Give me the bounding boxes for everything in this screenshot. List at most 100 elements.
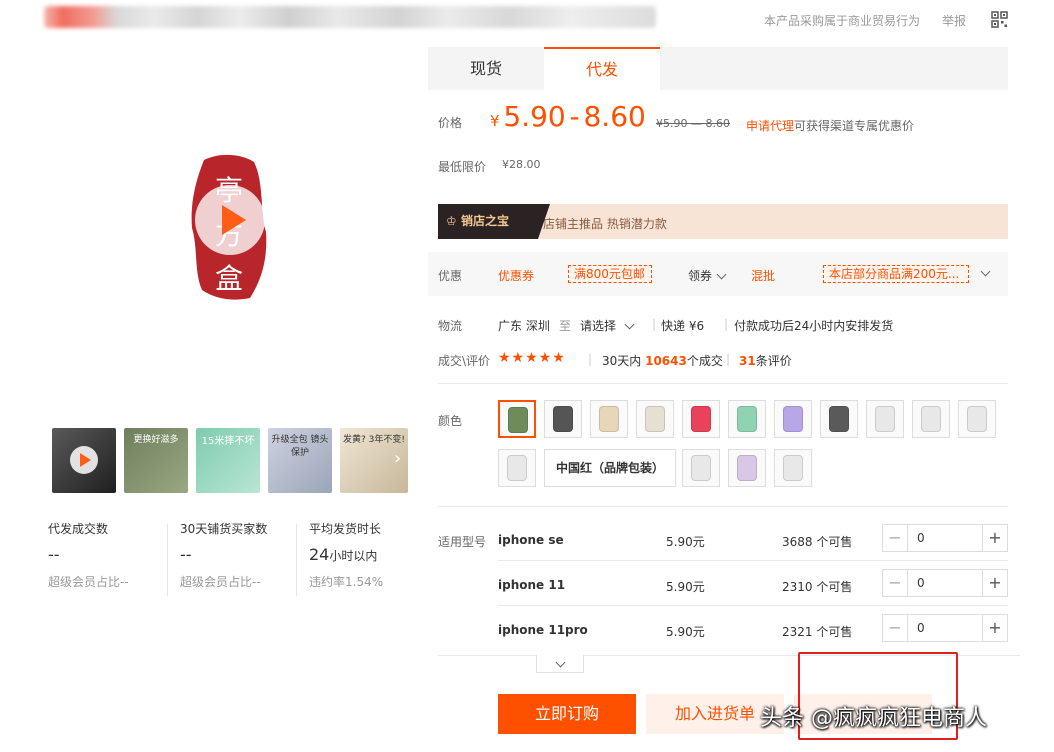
thumbnail-video[interactable]: [52, 428, 116, 493]
phone-case-thumbnail: [737, 406, 757, 432]
shop-stats: 代发成交数 -- 超级会员占比-- 30天铺货买家数 -- 超级会员占比-- 平…: [44, 520, 416, 600]
separator: |: [588, 352, 593, 366]
quantity-stepper: − +: [882, 569, 1008, 597]
thumbnail-strip: 更换好滋多 15米摔不坏 升级全包 镜头保护 发黄? 3年不变!: [52, 428, 408, 494]
model-price: 5.90元: [666, 535, 705, 549]
color-swatch[interactable]: [728, 449, 766, 487]
coupon-label: 优惠券: [498, 269, 535, 283]
report-link[interactable]: 举报: [942, 12, 966, 29]
divider: [438, 383, 1008, 384]
quantity-input[interactable]: [909, 615, 981, 641]
decrease-button[interactable]: −: [883, 570, 908, 596]
min-price-label: 最低限价: [438, 160, 487, 174]
quantity-stepper: − +: [882, 614, 1008, 642]
color-swatch[interactable]: [636, 400, 674, 438]
model-stock: 2321 个可售: [782, 625, 853, 639]
color-swatch[interactable]: [682, 400, 720, 438]
play-video-icon[interactable]: [195, 185, 265, 255]
agent-benefit-text: 可获得渠道专属优惠价: [794, 119, 915, 133]
phone-case-thumbnail: [508, 407, 528, 433]
color-swatch[interactable]: [544, 400, 582, 438]
decrease-button[interactable]: −: [883, 615, 908, 641]
model-row: iphone 11pro 5.90元 2321 个可售 − +: [498, 611, 1008, 655]
phone-case-thumbnail: [967, 406, 987, 432]
separator: |: [726, 352, 731, 366]
free-shipping-tag[interactable]: 满800元包邮: [568, 265, 652, 283]
ship-destination-select[interactable]: 请选择: [580, 317, 635, 334]
separator: |: [652, 317, 657, 331]
review-count-link[interactable]: 31条评价: [739, 352, 792, 369]
discount-tag[interactable]: 本店部分商品满200元...: [823, 265, 969, 283]
color-swatch[interactable]: [820, 400, 858, 438]
model-name: iphone 11pro: [498, 623, 588, 637]
thumbnail-image[interactable]: 升级全包 镜头保护: [268, 428, 332, 493]
min-price-value: ¥28.00: [502, 158, 541, 171]
ship-hours-unit: 小时以内: [329, 549, 378, 563]
banner-badge: ♔ 销店之宝: [438, 204, 550, 239]
color-swatch[interactable]: [728, 400, 766, 438]
increase-button[interactable]: +: [982, 525, 1007, 551]
phone-case-thumbnail: [599, 406, 619, 432]
phone-case-thumbnail: [737, 455, 757, 481]
apply-agent-link[interactable]: 申请代理: [746, 117, 794, 134]
separator: |: [724, 317, 729, 331]
color-option-china-red[interactable]: 中国红（品牌包装）: [544, 449, 676, 487]
thumbnail-image[interactable]: 更换好滋多: [124, 428, 188, 493]
quantity-input[interactable]: [909, 525, 981, 551]
color-swatch[interactable]: [866, 400, 904, 438]
color-swatch[interactable]: [682, 449, 720, 487]
chevron-down-icon: [716, 269, 727, 280]
divider: [167, 524, 168, 596]
price-dash: -: [569, 100, 580, 133]
original-price: ¥5.90 — 8.60: [656, 117, 730, 130]
stat-buyers: 30天铺货买家数 -- 超级会员占比--: [180, 522, 268, 589]
price-label: 价格: [438, 116, 463, 130]
phone-case-thumbnail: [691, 455, 711, 481]
model-row: iphone se 5.90元 3688 个可售 − +: [498, 521, 1008, 565]
qr-code-icon[interactable]: [991, 11, 1008, 28]
tab-in-stock[interactable]: 现货: [428, 47, 544, 90]
promotion-row: 优惠 优惠券 满800元包邮 领券 混批 本店部分商品满200元...: [428, 252, 1008, 296]
color-swatch[interactable]: [774, 400, 812, 438]
watermark: 头条 @疯疯疯狂电商人: [760, 706, 987, 731]
model-name: iphone se: [498, 533, 564, 547]
color-swatch[interactable]: [774, 449, 812, 487]
phone-case-thumbnail: [553, 406, 573, 432]
quantity-input[interactable]: [909, 570, 981, 596]
color-swatch[interactable]: [958, 400, 996, 438]
order-now-button[interactable]: 立即订购: [498, 694, 636, 734]
tab-dropship[interactable]: 代发: [544, 47, 660, 90]
mix-batch-label: 混批: [751, 269, 776, 283]
divider: [438, 506, 1008, 507]
color-swatch[interactable]: [498, 449, 536, 487]
top-bar: 本产品采购属于商业贸易行为 举报: [0, 0, 1054, 40]
phone-case-thumbnail: [645, 406, 665, 432]
color-swatch[interactable]: [590, 400, 628, 438]
phone-case-thumbnail: [691, 406, 711, 432]
chevron-down-icon: [624, 319, 635, 330]
color-swatch[interactable]: [912, 400, 950, 438]
ship-to-word: 至: [559, 319, 572, 333]
get-coupon-label: 领券: [688, 269, 713, 283]
increase-button[interactable]: +: [982, 570, 1007, 596]
shop-treasure-banner[interactable]: ♔ 销店之宝 店铺主推品 热销潜力款: [438, 204, 1008, 239]
thumbnail-image[interactable]: 15米摔不坏: [196, 428, 260, 493]
price-low: 5.90: [503, 100, 566, 133]
phone-case-thumbnail: [507, 455, 527, 481]
divider: [498, 560, 1008, 561]
get-coupon-dropdown[interactable]: 领券: [688, 267, 727, 284]
divider: [296, 524, 297, 596]
chevron-right-icon[interactable]: ›: [394, 448, 401, 469]
model-stock: 3688 个可售: [782, 535, 853, 549]
color-swatch[interactable]: [498, 400, 536, 438]
stat-ship-time: 平均发货时长 24小时以内 违约率1.54%: [309, 522, 384, 589]
ship-from: 广东 深圳: [498, 319, 550, 333]
trade-note: 本产品采购属于商业贸易行为: [764, 14, 921, 28]
chevron-down-icon[interactable]: [980, 266, 991, 277]
ship-hours: 24: [309, 545, 330, 564]
expand-models-button[interactable]: [536, 655, 584, 673]
increase-button[interactable]: +: [982, 615, 1007, 641]
banner-text: 店铺主推品 热销潜力款: [543, 217, 667, 231]
decrease-button[interactable]: −: [883, 525, 908, 551]
deals-label: 成交\评价: [438, 354, 491, 368]
